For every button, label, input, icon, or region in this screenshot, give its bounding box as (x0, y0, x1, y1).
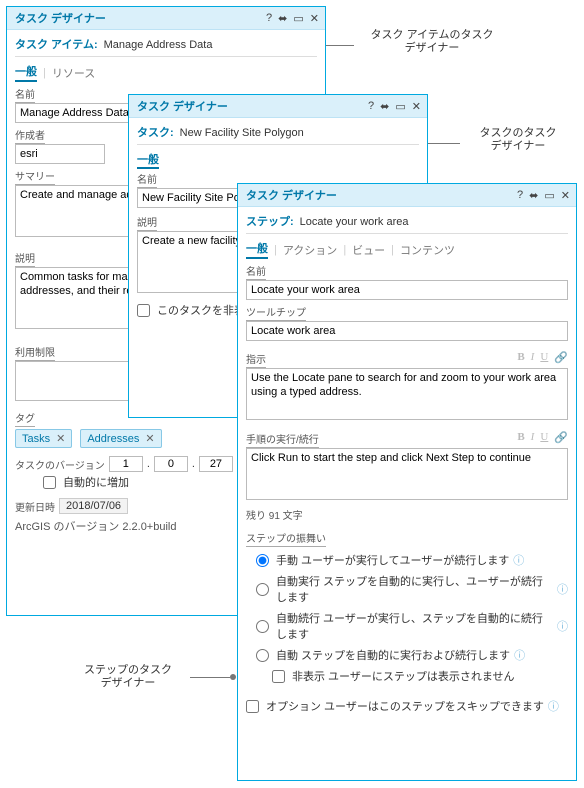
callout3-line2: デザイナー (68, 677, 188, 690)
info-icon[interactable]: ⓘ (548, 698, 559, 714)
instruction-input[interactable] (246, 368, 568, 420)
name-label: 名前 (246, 263, 266, 280)
radio-autorun-label: 自動実行 ステップを自動的に実行し、ユーザーが続行します (276, 573, 553, 605)
pin-icon[interactable]: ⬌ (529, 189, 538, 202)
panel1-title: タスク デザイナー (15, 10, 266, 26)
updated-value: 2018/07/06 (59, 498, 128, 514)
runcont-label: 手順の実行/続行 (246, 431, 319, 448)
tag-addresses[interactable]: Addresses✕ (80, 429, 161, 448)
tag-addresses-remove-icon[interactable]: ✕ (145, 432, 154, 445)
tab-action[interactable]: アクション (283, 242, 337, 258)
tooltip-input[interactable] (246, 321, 568, 341)
hide-step-checkbox[interactable] (272, 670, 285, 683)
help-icon[interactable]: ? (266, 12, 272, 24)
panel3-title: タスク デザイナー (246, 187, 517, 203)
author-input[interactable] (15, 144, 105, 164)
tab-view[interactable]: ビュー (352, 242, 385, 258)
name-label: 名前 (137, 171, 157, 188)
callout2-line2: デザイナー (463, 140, 573, 153)
callout1-line1: タスク アイテムのタスク (357, 29, 507, 42)
link-icon[interactable]: 🔗 (554, 431, 568, 444)
usage-label: 利用制限 (15, 344, 55, 361)
behavior-label: ステップの振舞い (246, 530, 326, 547)
help-icon[interactable]: ? (517, 189, 523, 201)
tag-tasks-remove-icon[interactable]: ✕ (56, 432, 65, 445)
name-label: 名前 (15, 86, 35, 103)
optional-checkbox[interactable] (246, 700, 259, 713)
optional-label: オプション ユーザーはこのステップをスキップできます (266, 698, 544, 714)
callout2-line1: タスクのタスク (463, 127, 573, 140)
radio-auto-label: 自動 ステップを自動的に実行および続行します (276, 647, 510, 663)
step-label: ステップ: (246, 213, 294, 229)
tab-general[interactable]: 一般 (15, 63, 37, 82)
info-icon[interactable]: ⓘ (557, 581, 568, 597)
italic-icon[interactable]: I (531, 431, 535, 444)
hide-step-label: 非表示 ユーザーにステップは表示されません (292, 668, 515, 684)
tag-tasks[interactable]: Tasks✕ (15, 429, 72, 448)
remaining-chars: 残り 91 文字 (246, 511, 303, 522)
close-icon[interactable]: ✕ (310, 12, 319, 25)
link-icon[interactable]: 🔗 (554, 351, 568, 364)
instruction-label: 指示 (246, 351, 266, 368)
pin-icon[interactable]: ⬌ (380, 100, 389, 113)
tab-contents[interactable]: コンテンツ (400, 242, 455, 258)
desc-label: 説明 (15, 250, 35, 267)
radio-manual[interactable] (256, 554, 269, 567)
help-icon[interactable]: ? (368, 100, 374, 112)
callout3-line1: ステップのタスク (68, 664, 188, 677)
version-build-input[interactable] (199, 456, 233, 472)
radio-manual-label: 手動 ユーザーが実行してユーザーが続行します (276, 552, 509, 568)
task-version-label: タスクのバージョン (15, 457, 105, 472)
underline-icon[interactable]: U (540, 351, 548, 364)
radio-autocont-label: 自動続行 ユーザーが実行し、ステップを自動的に続行します (276, 610, 553, 642)
step-value: Locate your work area (300, 216, 409, 228)
pin-icon[interactable]: ⬌ (278, 12, 287, 25)
auto-increment-checkbox[interactable] (43, 476, 56, 489)
bold-icon[interactable]: B (517, 431, 524, 444)
close-icon[interactable]: ✕ (412, 100, 421, 113)
tab-resource[interactable]: リソース (52, 65, 95, 81)
step-name-input[interactable] (246, 280, 568, 300)
radio-autocont[interactable] (256, 620, 269, 633)
bold-icon[interactable]: B (517, 351, 524, 364)
underline-icon[interactable]: U (540, 431, 548, 444)
info-icon[interactable]: ⓘ (557, 618, 568, 634)
tab-general[interactable]: 一般 (137, 154, 159, 169)
close-icon[interactable]: ✕ (561, 189, 570, 202)
radio-autorun[interactable] (256, 583, 269, 596)
hide-task-checkbox[interactable] (137, 304, 150, 317)
author-label: 作成者 (15, 127, 45, 144)
updated-label: 更新日時 (15, 499, 55, 514)
version-minor-input[interactable] (154, 456, 188, 472)
version-major-input[interactable] (109, 456, 143, 472)
task-item-value: Manage Address Data (104, 39, 213, 51)
panel2-title: タスク デザイナー (137, 98, 368, 114)
info-icon[interactable]: ⓘ (513, 552, 524, 568)
italic-icon[interactable]: I (531, 351, 535, 364)
runcont-input[interactable] (246, 448, 568, 500)
task-item-label: タスク アイテム: (15, 36, 98, 52)
task-value: New Facility Site Polygon (180, 127, 304, 139)
desc-label: 説明 (137, 214, 157, 231)
radio-auto[interactable] (256, 649, 269, 662)
tab-general[interactable]: 一般 (246, 240, 268, 259)
tooltip-label: ツールチップ (246, 304, 306, 321)
minimize-icon[interactable]: ▭ (293, 12, 303, 25)
task-label: タスク: (137, 124, 174, 140)
auto-increment-label: 自動的に増加 (63, 474, 129, 490)
minimize-icon[interactable]: ▭ (544, 189, 554, 202)
summary-label: サマリー (15, 168, 55, 185)
minimize-icon[interactable]: ▭ (395, 100, 405, 113)
callout1-line2: デザイナー (357, 42, 507, 55)
tags-label: タグ (15, 410, 35, 427)
info-icon[interactable]: ⓘ (514, 647, 525, 663)
